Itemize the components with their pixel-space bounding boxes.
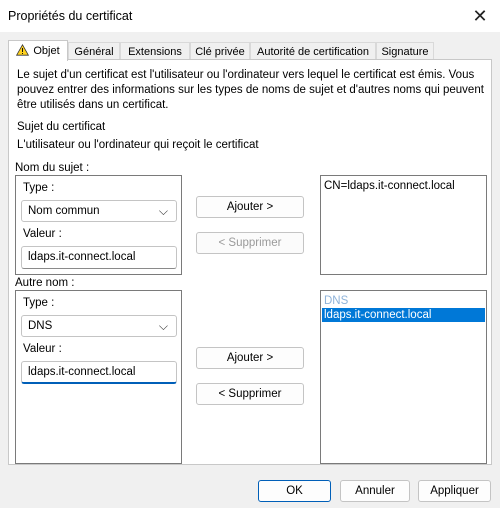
ok-button[interactable]: OK [258,480,331,502]
tab-panel-objet: Le sujet d'un certificat est l'utilisate… [8,59,492,465]
tab-general[interactable]: Général [68,42,120,60]
tab-label: Général [74,45,114,58]
alt-name-group-label: Autre nom : [15,277,75,289]
subject-remove-button[interactable]: < Supprimer [196,232,304,254]
tab-label: Autorité de certification [257,45,369,58]
list-item[interactable]: CN=ldaps.it-connect.local [322,179,485,193]
list-group-header: DNS [324,295,349,307]
tab-label: Objet [33,45,60,57]
tab-label: Clé privée [195,45,245,58]
subject-name-group-label: Nom du sujet : [15,162,90,174]
alt-type-select[interactable]: DNS ⌵ [21,315,177,337]
subject-type-label: Type : [23,182,55,194]
section-subtitle: L'utilisateur ou l'ordinateur qui reçoit… [17,139,259,151]
subject-name-group: Type : Nom commun ⌵ Valeur : ldaps.it-co… [15,175,182,275]
alt-name-group: Type : DNS ⌵ Valeur : ldaps.it-connect.l… [15,290,182,464]
alt-add-button[interactable]: Ajouter > [196,347,304,369]
list-item-selected[interactable]: ldaps.it-connect.local [322,308,485,322]
title-bar: Propriétés du certificat ✕ [0,0,500,32]
tab-label: Extensions [128,45,182,58]
subject-value-label: Valeur : [23,228,62,240]
alt-remove-button[interactable]: < Supprimer [196,383,304,405]
subject-type-value: Nom commun [28,205,100,217]
alt-value-input[interactable]: ldaps.it-connect.local [21,361,177,384]
alt-name-list[interactable]: DNS ldaps.it-connect.local [320,290,487,464]
subject-value-input[interactable]: ldaps.it-connect.local [21,246,177,269]
warning-icon [16,43,30,59]
tab-certificate-authority[interactable]: Autorité de certification [250,42,376,60]
alt-type-label: Type : [23,297,55,309]
intro-description: Le sujet d'un certificat est l'utilisate… [17,69,484,111]
chevron-down-icon: ⌵ [158,319,168,333]
tab-extensions[interactable]: Extensions [120,42,190,60]
tab-signature[interactable]: Signature [376,42,434,60]
section-title: Sujet du certificat [17,121,106,133]
subject-list[interactable]: CN=ldaps.it-connect.local [320,175,487,275]
window-title: Propriétés du certificat [8,9,133,23]
dialog-footer: OK Annuler Appliquer [0,470,500,508]
chevron-down-icon: ⌵ [158,204,168,218]
tab-label: Signature [381,45,429,58]
cancel-button[interactable]: Annuler [340,480,410,502]
alt-type-value: DNS [28,320,53,332]
subject-type-select[interactable]: Nom commun ⌵ [21,200,177,222]
alt-value-label: Valeur : [23,343,62,355]
tab-strip: Objet Général Extensions Clé privée Auto… [8,40,492,61]
close-icon: ✕ [472,5,488,26]
subject-add-button[interactable]: Ajouter > [196,196,304,218]
tab-objet[interactable]: Objet [8,40,68,61]
close-button[interactable]: ✕ [460,0,500,32]
tab-private-key[interactable]: Clé privée [190,42,250,60]
apply-button[interactable]: Appliquer [418,480,491,502]
